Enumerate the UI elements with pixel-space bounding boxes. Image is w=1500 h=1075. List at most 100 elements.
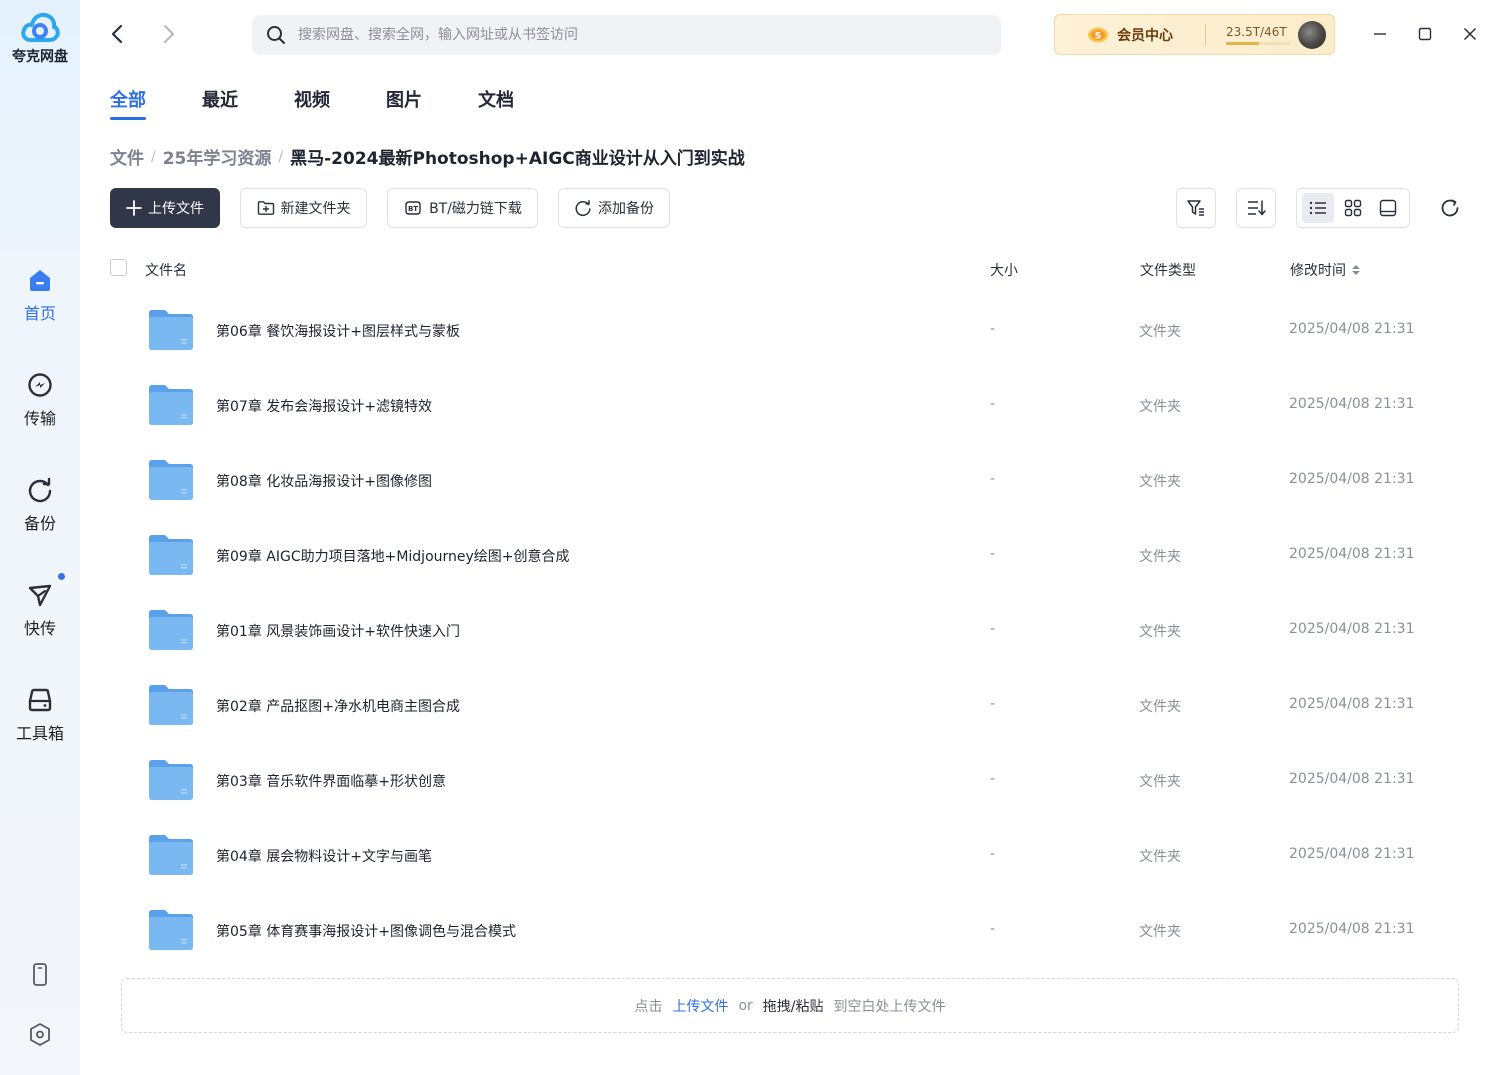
table-row[interactable]: 第08章 化妆品海报设计+图像修图 - 文件夹 2025/04/08 21:31 [110, 443, 1460, 518]
settings-icon [30, 1023, 50, 1046]
refresh-icon [1441, 199, 1459, 217]
backup-icon [28, 477, 52, 503]
view-mode-switcher [1296, 188, 1410, 228]
preview-view-button[interactable] [1372, 193, 1404, 223]
storage-indicator[interactable]: 23.5T/46T [1226, 25, 1290, 45]
phone-icon [33, 963, 47, 986]
file-modified: 2025/04/08 21:31 [1289, 321, 1415, 337]
filter-button[interactable] [1176, 188, 1216, 228]
forward-button[interactable] [157, 22, 181, 46]
dropzone-prefix: 点击 [634, 998, 663, 1015]
upload-button-label: 上传文件 [148, 201, 204, 217]
column-header-size[interactable]: 大小 [990, 260, 1018, 280]
file-type: 文件夹 [1139, 849, 1181, 865]
folder-icon [148, 534, 194, 580]
file-size: - [990, 921, 996, 937]
file-size: - [990, 396, 996, 412]
refresh-button[interactable] [1438, 196, 1462, 220]
sort-icon [1248, 200, 1266, 216]
file-name[interactable]: 第09章 AIGC助力项目落地+Midjourney绘图+创意合成 [216, 546, 570, 566]
column-header-name[interactable]: 文件名 [145, 260, 187, 280]
grid-view-button[interactable] [1337, 193, 1369, 223]
file-name[interactable]: 第05章 体育赛事海报设计+图像调色与混合模式 [216, 921, 516, 941]
dropzone-drag-paste: 拖拽/粘贴 [762, 998, 824, 1015]
search-bar[interactable] [252, 15, 1001, 55]
sidebar-item-backup[interactable]: 备份 [0, 476, 80, 534]
column-header-modified[interactable]: 修改时间 [1290, 260, 1362, 280]
sidebar-item-home[interactable]: 首页 [0, 266, 80, 324]
table-row[interactable]: 第01章 风景装饰画设计+软件快速入门 - 文件夹 2025/04/08 21:31 [110, 593, 1460, 668]
minimize-button[interactable] [1368, 22, 1392, 46]
close-button[interactable] [1458, 22, 1482, 46]
sidebar-item-label: 工具箱 [15, 724, 64, 743]
file-name[interactable]: 第04章 展会物料设计+文字与画笔 [216, 846, 432, 866]
table-row[interactable]: 第04章 展会物料设计+文字与画笔 - 文件夹 2025/04/08 21:31 [110, 818, 1460, 893]
tab-recent[interactable]: 最近 [202, 86, 238, 120]
table-row[interactable]: 第09章 AIGC助力项目落地+Midjourney绘图+创意合成 - 文件夹 202… [110, 518, 1460, 593]
add-backup-button[interactable]: 添加备份 [558, 188, 670, 228]
file-modified: 2025/04/08 21:31 [1289, 771, 1415, 787]
file-name[interactable]: 第07章 发布会海报设计+滤镜特效 [216, 396, 432, 416]
file-name[interactable]: 第01章 风景装饰画设计+软件快速入门 [216, 621, 460, 641]
file-name[interactable]: 第08章 化妆品海报设计+图像修图 [216, 471, 432, 491]
toolbox-icon [28, 688, 52, 712]
breadcrumb-item-files[interactable]: 文件 [110, 144, 144, 169]
chevron-left-icon [111, 24, 123, 44]
sort-button[interactable] [1236, 188, 1276, 228]
sidebar-item-transfer[interactable]: 传输 [0, 371, 80, 429]
file-name[interactable]: 第06章 餐饮海报设计+图层样式与蒙板 [216, 321, 460, 341]
select-all-checkbox[interactable] [110, 259, 127, 276]
file-type: 文件夹 [1139, 624, 1181, 640]
plus-icon [126, 200, 142, 216]
back-button[interactable] [105, 22, 129, 46]
table-row[interactable]: 第02章 产品抠图+净水机电商主图合成 - 文件夹 2025/04/08 21:31 [110, 668, 1460, 743]
divider [1205, 23, 1206, 46]
quick-send-icon [28, 584, 52, 607]
dropzone-upload-link[interactable]: 上传文件 [672, 996, 728, 1016]
folder-icon [148, 309, 194, 355]
file-name[interactable]: 第02章 产品抠图+净水机电商主图合成 [216, 696, 460, 716]
sidebar-item-toolbox[interactable]: 工具箱 [0, 686, 80, 744]
folder-icon [148, 909, 194, 955]
list-icon [1310, 201, 1327, 215]
tab-all[interactable]: 全部 [110, 86, 146, 120]
phone-button[interactable] [0, 962, 80, 992]
maximize-button[interactable] [1413, 22, 1437, 46]
list-view-button[interactable] [1302, 193, 1335, 223]
sidebar-item-quick-send[interactable]: 快传 [0, 573, 80, 639]
category-tabs: 全部 最近 视频 图片 文档 [110, 86, 570, 120]
vip-center-button[interactable]: S 会员中心 [1055, 15, 1205, 54]
folder-icon [148, 459, 194, 505]
filter-icon [1187, 200, 1204, 216]
new-folder-button[interactable]: 新建文件夹 [240, 188, 367, 228]
bt-magnet-icon: BT [405, 201, 421, 215]
file-type: 文件夹 [1139, 549, 1181, 565]
bt-download-button[interactable]: BT BT/磁力链下载 [387, 188, 538, 228]
tab-images[interactable]: 图片 [386, 86, 422, 120]
tab-documents[interactable]: 文档 [478, 86, 514, 120]
sort-arrows-icon [1352, 265, 1360, 275]
upload-dropzone[interactable]: 点击 上传文件 or 拖拽/粘贴 到空白处上传文件 [121, 978, 1459, 1033]
search-input[interactable] [298, 27, 958, 43]
column-header-modified-label: 修改时间 [1290, 263, 1346, 279]
bt-download-label: BT/磁力链下载 [429, 201, 522, 217]
breadcrumb-separator: / [278, 148, 284, 165]
file-name[interactable]: 第03章 音乐软件界面临摹+形状创意 [216, 771, 446, 791]
tab-video[interactable]: 视频 [294, 86, 330, 120]
avatar[interactable] [1298, 21, 1326, 49]
table-row[interactable]: 第03章 音乐软件界面临摹+形状创意 - 文件夹 2025/04/08 21:31 [110, 743, 1460, 818]
table-row[interactable]: 第06章 餐饮海报设计+图层样式与蒙板 - 文件夹 2025/04/08 21:31 [110, 293, 1460, 368]
column-header-type[interactable]: 文件类型 [1140, 260, 1196, 280]
table-row[interactable]: 第05章 体育赛事海报设计+图像调色与混合模式 - 文件夹 2025/04/08 21… [110, 893, 1460, 968]
chevron-right-icon [163, 24, 175, 44]
file-size: - [990, 696, 996, 712]
storage-bar [1226, 41, 1290, 45]
breadcrumb-current: 黑马-2024最新Photoshop+AIGC商业设计从入门到实战 [290, 149, 745, 169]
file-type: 文件夹 [1139, 924, 1181, 940]
app-logo[interactable]: 夸克网盘 [0, 10, 80, 66]
settings-button[interactable] [0, 1022, 80, 1052]
table-row[interactable]: 第07章 发布会海报设计+滤镜特效 - 文件夹 2025/04/08 21:31 [110, 368, 1460, 443]
breadcrumb-item-folder[interactable]: 25年学习资源 [163, 144, 272, 169]
upload-button[interactable]: 上传文件 [110, 188, 220, 228]
file-modified: 2025/04/08 21:31 [1289, 696, 1415, 712]
